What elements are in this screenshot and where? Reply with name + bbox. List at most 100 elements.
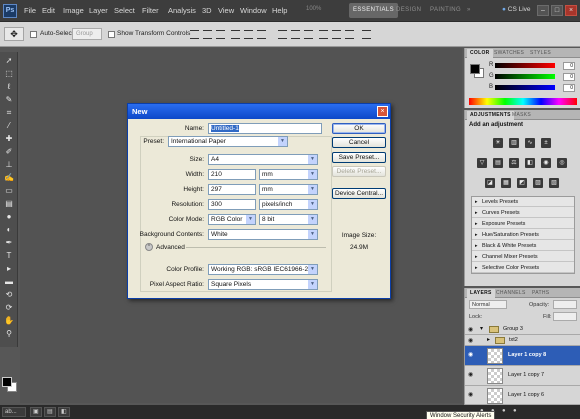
transform-controls-checkbox[interactable] <box>108 31 115 38</box>
collapse-arrow-icon[interactable]: ▸ <box>487 336 490 343</box>
photo-filter-icon[interactable]: ◉ <box>541 158 551 168</box>
eraser-tool-icon[interactable]: ▭ <box>3 186 15 196</box>
tab-styles[interactable]: STYLES <box>527 49 554 58</box>
posterize-icon[interactable]: ▦ <box>501 178 511 188</box>
workspace-painting[interactable]: PAINTING <box>426 3 465 18</box>
color-balance-icon[interactable]: ⚖ <box>509 158 519 168</box>
selective-color-icon[interactable]: ▧ <box>549 178 559 188</box>
layer-row-txt2[interactable]: ◉ ▸ txt2 <box>465 335 580 346</box>
menu-image[interactable]: Image <box>63 6 84 15</box>
resolution-unit-dropdown[interactable]: pixels/inch <box>259 199 318 210</box>
workspace-essentials[interactable]: ESSENTIALS <box>349 3 399 18</box>
layer-row-layer-1-copy-6[interactable]: ◉ Layer 1 copy 6 <box>465 386 580 405</box>
history-brush-tool-icon[interactable]: ✍ <box>3 173 15 183</box>
type-tool-icon[interactable]: T <box>3 251 15 261</box>
save-preset-button[interactable]: Save Preset... <box>332 152 386 163</box>
advanced-label[interactable]: Advanced <box>156 244 185 251</box>
close-icon[interactable]: × <box>565 5 577 16</box>
menu-edit[interactable]: Edit <box>42 6 55 15</box>
layer-row-group-3[interactable]: ◉ ▾ Group 3 <box>465 324 580 335</box>
clone-stamp-tool-icon[interactable]: ⊥ <box>3 160 15 170</box>
tab-paths[interactable]: PATHS <box>529 289 552 298</box>
distribute-hcenter-icon[interactable] <box>332 30 341 39</box>
blur-tool-icon[interactable]: ● <box>3 212 15 222</box>
brightness-contrast-icon[interactable]: ☀ <box>493 138 503 148</box>
cancel-button[interactable]: Cancel <box>332 137 386 148</box>
preset-exposure[interactable]: Exposure Presets <box>472 220 574 229</box>
foreground-color-swatch[interactable] <box>2 377 12 387</box>
size-dropdown[interactable]: A4 <box>208 154 318 165</box>
gradient-map-icon[interactable]: ▨ <box>533 178 543 188</box>
lasso-tool-icon[interactable]: ℓ <box>3 82 15 92</box>
background-contents-dropdown[interactable]: White <box>208 229 318 240</box>
eyedropper-tool-icon[interactable]: ⁄ <box>3 121 15 131</box>
preset-selective-color[interactable]: Selective Color Presets <box>472 264 574 273</box>
height-input[interactable]: 297 <box>208 184 256 195</box>
gradient-tool-icon[interactable]: ▤ <box>3 199 15 209</box>
dialog-close-icon[interactable]: × <box>377 106 388 117</box>
red-slider[interactable] <box>495 63 555 68</box>
levels-icon[interactable]: ▥ <box>509 138 519 148</box>
3d-rotate-tool-icon[interactable]: ⟲ <box>3 290 15 300</box>
visibility-eye-icon[interactable]: ◉ <box>468 372 476 378</box>
curves-icon[interactable]: ∿ <box>525 138 535 148</box>
menu-layer[interactable]: Layer <box>89 6 108 15</box>
zoom-tool-icon[interactable]: ⚲ <box>3 329 15 339</box>
restore-icon[interactable]: □ <box>551 5 563 16</box>
preset-levels[interactable]: Levels Presets <box>472 198 574 207</box>
visibility-eye-icon[interactable]: ◉ <box>468 392 476 398</box>
visibility-eye-icon[interactable]: ◉ <box>468 338 476 344</box>
dodge-tool-icon[interactable]: ◐ <box>3 225 15 235</box>
device-central-button[interactable]: Device Central... <box>332 188 386 199</box>
vibrance-icon[interactable]: ▽ <box>477 158 487 168</box>
green-value[interactable]: 0 <box>563 73 575 81</box>
shape-tool-icon[interactable]: ▬ <box>3 277 15 287</box>
auto-align-icon[interactable] <box>362 30 371 39</box>
blue-slider[interactable] <box>495 85 555 90</box>
move-tool-icon[interactable]: ➚ <box>3 56 15 66</box>
visibility-eye-icon[interactable]: ◉ <box>468 352 476 358</box>
menu-view[interactable]: View <box>218 6 234 15</box>
color-mode-dropdown[interactable]: RGB Color <box>208 214 256 225</box>
tab-adjustments[interactable]: ADJUSTMENTS <box>467 111 514 120</box>
tab-masks[interactable]: MASKS <box>509 111 534 120</box>
exposure-icon[interactable]: ± <box>541 138 551 148</box>
path-select-tool-icon[interactable]: ▸ <box>3 264 15 274</box>
taskbar-app-icon[interactable]: ◧ <box>58 407 70 417</box>
menu-analysis[interactable]: Analysis <box>168 6 196 15</box>
quick-select-tool-icon[interactable]: ✎ <box>3 95 15 105</box>
layer-row-layer-1-copy-8[interactable]: ◉ Layer 1 copy 8 <box>465 346 580 366</box>
black-white-icon[interactable]: ◧ <box>525 158 535 168</box>
layer-row-layer-1-copy-7[interactable]: ◉ Layer 1 copy 7 <box>465 366 580 386</box>
distribute-left-icon[interactable] <box>319 30 328 39</box>
hand-tool-icon[interactable]: ✋ <box>3 316 15 326</box>
zoom-level[interactable]: 100% <box>306 6 321 12</box>
threshold-icon[interactable]: ◩ <box>517 178 527 188</box>
align-bottom-icon[interactable] <box>216 30 225 39</box>
minimize-icon[interactable]: – <box>537 5 549 16</box>
align-vcenter-icon[interactable] <box>203 30 212 39</box>
tray-icon[interactable]: ● <box>500 407 506 417</box>
invert-icon[interactable]: ◪ <box>485 178 495 188</box>
height-unit-dropdown[interactable]: mm <box>259 184 318 195</box>
green-slider[interactable] <box>495 74 555 79</box>
color-profile-dropdown[interactable]: Working RGB: sRGB IEC61966-2.1 <box>208 264 318 275</box>
menu-select[interactable]: Select <box>114 6 135 15</box>
preset-black-white[interactable]: Black & White Presets <box>472 242 574 251</box>
taskbar-photoshop-icon[interactable]: ▣ <box>30 407 42 417</box>
preset-hue-saturation[interactable]: Hue/Saturation Presets <box>472 231 574 240</box>
fill-field[interactable] <box>553 312 577 321</box>
auto-select-dropdown[interactable]: Group <box>72 28 102 40</box>
hue-saturation-icon[interactable]: ▤ <box>493 158 503 168</box>
distribute-vcenter-icon[interactable] <box>291 30 300 39</box>
tab-channels[interactable]: CHANNELS <box>493 289 529 298</box>
preset-curves[interactable]: Curves Presets <box>472 209 574 218</box>
menu-window[interactable]: Window <box>240 6 267 15</box>
resolution-input[interactable]: 300 <box>208 199 256 210</box>
blend-mode-dropdown[interactable]: Normal <box>469 300 507 309</box>
preset-dropdown[interactable]: International Paper <box>168 136 288 147</box>
menu-3d[interactable]: 3D <box>202 6 212 15</box>
healing-brush-tool-icon[interactable]: ✚ <box>3 134 15 144</box>
delete-preset-button[interactable]: Delete Preset... <box>332 166 386 177</box>
taskbar-explorer-icon[interactable]: ▤ <box>44 407 56 417</box>
